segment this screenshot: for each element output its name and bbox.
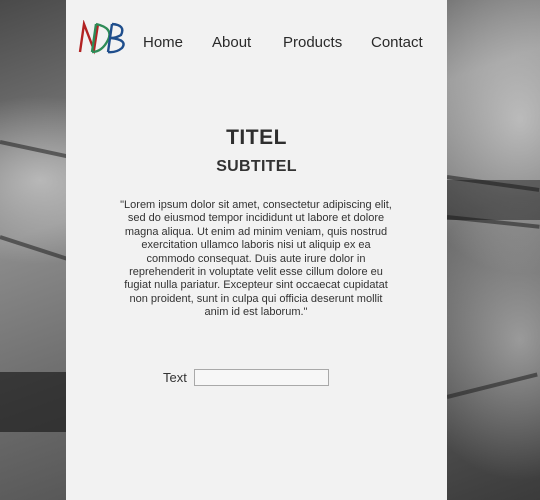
body-paragraph: "Lorem ipsum dolor sit amet, consectetur… (120, 199, 392, 319)
main-nav: Home About Products Contact (66, 34, 447, 54)
nav-home[interactable]: Home (143, 34, 183, 51)
content-panel: Home About Products Contact TITEL SUBTIT… (66, 0, 447, 500)
page-title: TITEL (226, 126, 287, 149)
nav-about[interactable]: About (212, 34, 251, 51)
page-subtitle: SUBTITEL (216, 158, 297, 175)
text-input[interactable] (194, 369, 329, 386)
nav-contact[interactable]: Contact (371, 34, 423, 51)
nav-products[interactable]: Products (283, 34, 342, 51)
text-field-label: Text (163, 370, 187, 385)
